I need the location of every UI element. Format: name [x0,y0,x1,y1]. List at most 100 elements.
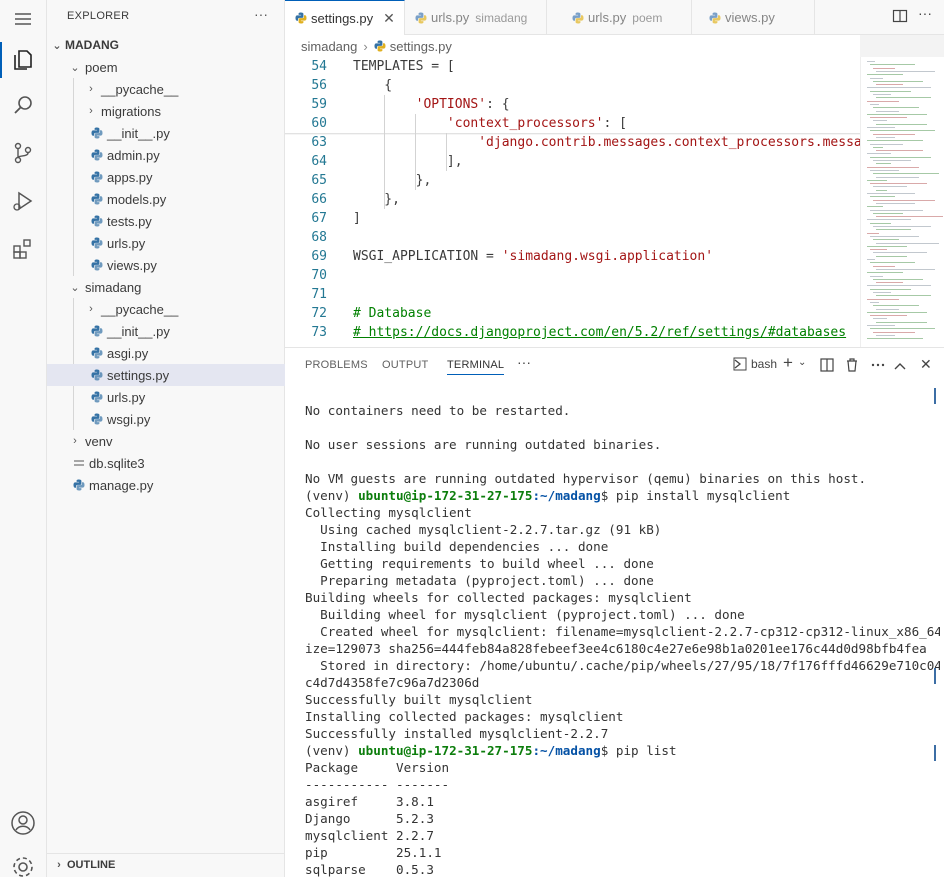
terminal-line: Getting requirements to build wheel ... … [305,556,654,571]
terminal-output[interactable]: No containers need to be restarted. No us… [305,402,940,877]
chevron-right-icon: › [89,83,93,95]
explorer-more-button[interactable]: ··· [254,6,268,22]
minimap-line [867,127,895,128]
tree-folder[interactable]: ⌄ poem [47,56,285,78]
minimap-line [876,216,943,218]
maximize-panel-icon[interactable] [894,359,906,374]
new-terminal-icon[interactable]: + [783,353,793,373]
tree-file[interactable]: settings.py [47,364,285,386]
minimap-line [873,239,899,241]
tree-file[interactable]: views.py [47,254,285,276]
breadcrumb-file[interactable]: settings.py [390,39,452,54]
account-icon[interactable] [8,808,38,838]
tab-views-py[interactable]: views.py [699,0,815,35]
tab-label: urls.py [588,10,627,25]
minimap-line [876,97,931,99]
minimap-line [873,107,919,109]
minimap-line [873,265,895,267]
code-text: WSGI_APPLICATION = [353,249,502,264]
tree-item-label: admin.py [107,147,160,163]
tree-item-label: urls.py [107,389,146,405]
terminal-shell-selector[interactable]: bash [733,357,777,371]
tree-folder[interactable]: › migrations [47,100,285,122]
tree-folder[interactable]: › venv [47,430,285,452]
minimap-line [873,186,907,188]
terminal-line: asgiref 3.8.1 [305,794,434,809]
minimap-line [867,311,927,313]
code-text: }, [353,173,432,188]
line-number: 64 [311,154,327,169]
python-file-icon [295,12,307,24]
line-number: 70 [311,268,327,283]
tree-file[interactable]: __init__.py [47,320,285,342]
sticky-scroll-shadow [285,133,860,135]
tab-urls-simadang[interactable]: urls.py simadang [405,0,547,35]
breadcrumb-folder[interactable]: simadang [301,39,357,54]
tab-terminal[interactable]: TERMINAL [447,359,505,375]
panel-more-icon[interactable]: ··· [517,354,531,370]
scrollbar-marker [934,388,936,404]
minimap-line [873,80,923,82]
tree-file[interactable]: tests.py [47,210,285,232]
tree-file[interactable]: wsgi.py [47,408,285,430]
tree-file[interactable]: manage.py [47,474,285,496]
minimap-line [867,219,911,221]
tree-file[interactable]: models.py [47,188,285,210]
extensions-icon[interactable] [8,234,38,264]
minimap[interactable] [860,57,944,347]
tree-file[interactable]: admin.py [47,144,285,166]
source-control-icon[interactable] [8,138,38,168]
python-file-icon [91,259,103,271]
tree-folder[interactable]: › __pycache__ [47,78,285,100]
tree-item-label: __init__.py [107,125,170,141]
minimap-line [873,94,891,95]
minimap-line [867,61,875,62]
terminal-prompt-line: (venv) ubuntu@ip-172-31-27-175:~/madang$… [305,742,940,759]
editor-more-icon[interactable]: ··· [918,5,932,21]
trash-icon[interactable] [845,357,859,375]
settings-gear-icon[interactable] [8,852,38,877]
code-editor[interactable]: 54 TEMPLATES = [56 {59 'OPTIONS': {60 'co… [285,57,860,347]
split-editor-icon[interactable] [892,8,908,27]
minimap-line [867,100,899,102]
files-icon[interactable] [8,44,38,74]
run-debug-icon[interactable] [8,186,38,216]
minimap-line [870,130,935,132]
code-line: 73 # https://docs.djangoproject.com/en/5.… [285,323,860,342]
minimap-line [870,315,907,317]
tree-file[interactable]: __init__.py [47,122,285,144]
tree-folder[interactable]: › __pycache__ [47,298,285,320]
line-number: 56 [311,78,327,93]
more-actions-icon[interactable] [871,358,885,375]
search-icon[interactable] [8,90,38,120]
minimap-line [867,113,927,115]
chevron-down-icon: ⌄ [70,281,80,294]
close-panel-icon[interactable]: ✕ [920,356,932,373]
split-terminal-icon[interactable] [820,358,834,375]
tree-file[interactable]: db.sqlite3 [47,452,285,474]
menu-icon[interactable] [8,4,38,34]
tree-folder[interactable]: ⌄ simadang [47,276,285,298]
tree-file[interactable]: urls.py [47,386,285,408]
tree-file[interactable]: urls.py [47,232,285,254]
minimap-line [867,325,895,326]
chevron-down-icon[interactable]: ⌄ [798,357,806,368]
tab-problems[interactable]: PROBLEMS [305,359,368,371]
terminal-line: c4d7d4358fe7c96a7d2306d [305,675,480,690]
minimap-line [876,295,931,297]
workspace-root[interactable]: ⌄ MADANG [47,34,285,56]
outline-section[interactable]: › OUTLINE [47,853,285,875]
tab-urls-poem[interactable]: urls.py poem [562,0,692,35]
close-icon[interactable]: ✕ [383,10,395,27]
tree-item-label: simadang [85,279,142,295]
prompt-path: :~/madang [532,488,601,503]
tab-description: poem [632,10,663,25]
tree-file[interactable]: apps.py [47,166,285,188]
tab-output[interactable]: OUTPUT [382,359,428,371]
minimap-line [870,103,879,105]
tab-settings-py[interactable]: settings.py ✕ [285,0,405,35]
minimap-line [867,298,899,300]
indent-guide [446,133,447,171]
tree-file[interactable]: asgi.py [47,342,285,364]
venv-label: (venv) [305,488,359,503]
